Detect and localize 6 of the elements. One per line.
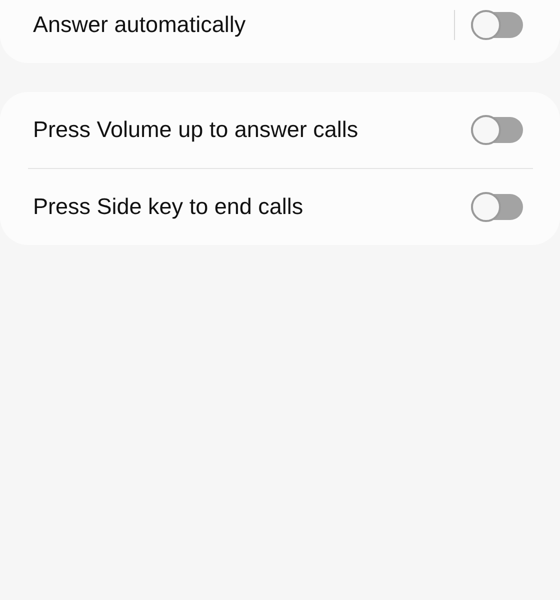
setting-label: Press Side key to end calls [33, 194, 304, 220]
setting-label: Press Volume up to answer calls [33, 117, 360, 143]
setting-label: Answer automatically [33, 12, 247, 38]
toggle-switch[interactable] [471, 194, 523, 220]
toggle-switch[interactable] [471, 117, 523, 143]
toggle-switch[interactable] [471, 12, 523, 38]
